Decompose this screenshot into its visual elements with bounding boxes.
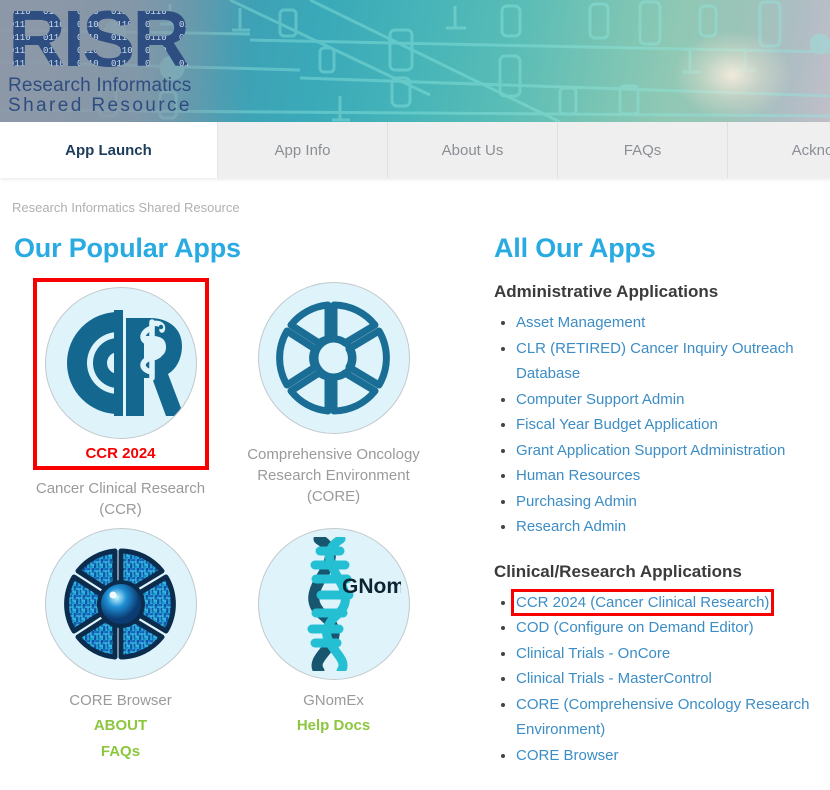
svg-text:RISR: RISR — [8, 4, 189, 76]
tab-acknowledgements[interactable]: Ackno — [728, 122, 830, 178]
list-item: CLR (RETIRED) Cancer Inquiry Outreach Da… — [516, 336, 830, 387]
app-tile-core[interactable] — [252, 278, 416, 436]
link-clinical-trials-mastercontrol[interactable]: Clinical Trials - MasterControl — [516, 670, 712, 687]
app-tile-label-ccr: CCR 2024 — [85, 445, 156, 462]
app-tile-gnomex[interactable]: GNomEx — [252, 524, 416, 682]
main-content: Our Popular Apps CCR 2024 Cancer Clinica… — [0, 215, 830, 790]
app-links-core-browser: ABOUT FAQs — [94, 713, 147, 765]
link-fiscal-year-budget[interactable]: Fiscal Year Budget Application — [516, 416, 718, 433]
logo-subtitle-line-2: Shared Resource — [8, 95, 192, 116]
list-item: CCR 2024 (Cancer Clinical Research) — [510, 588, 830, 616]
link-research-admin[interactable]: Research Admin — [516, 518, 626, 535]
link-human-resources[interactable]: Human Resources — [516, 467, 640, 484]
app-cell-core: Comprehensive Oncology Research Environm… — [227, 278, 440, 520]
popular-apps-heading: Our Popular Apps — [14, 233, 241, 263]
risr-wordmark-icon: 0110 RISR — [8, 4, 192, 76]
all-apps-heading: All Our Apps — [494, 233, 656, 263]
app-caption-ccr: Cancer Clinical Research (CCR) — [35, 480, 206, 518]
gnomex-help-docs-link[interactable]: Help Docs — [297, 713, 370, 739]
group-administrative-applications: Administrative Applications Asset Manage… — [494, 282, 830, 540]
risr-logo: 0110 RISR Research Informatics Shared Re… — [8, 4, 248, 116]
link-core-environment[interactable]: CORE (Comprehensive Oncology Research En… — [516, 696, 809, 739]
list-item: Fiscal Year Budget Application — [516, 412, 830, 438]
link-purchasing-admin[interactable]: Purchasing Admin — [516, 493, 637, 510]
app-cell-ccr: CCR 2024 Cancer Clinical Research (CCR) — [14, 278, 227, 520]
list-item: Research Admin — [516, 514, 830, 540]
all-apps-column: All Our Apps Administrative Applications… — [480, 233, 830, 790]
core-wheel-icon — [257, 282, 410, 434]
popular-apps-column: Our Popular Apps CCR 2024 Cancer Clinica… — [0, 233, 480, 790]
group-clinical-research-applications: Clinical/Research Applications CCR 2024 … — [494, 562, 830, 769]
list-item: Purchasing Admin — [516, 489, 830, 515]
tab-about-us[interactable]: About Us — [388, 122, 558, 178]
link-ccr-2024[interactable]: CCR 2024 (Cancer Clinical Research) — [510, 588, 775, 616]
clinical-research-apps-list: CCR 2024 (Cancer Clinical Research) COD … — [494, 588, 830, 769]
popular-apps-grid: CCR 2024 Cancer Clinical Research (CCR) — [14, 278, 474, 769]
logo-subtitle-line-1: Research Informatics — [8, 75, 192, 96]
app-cell-core-browser: CORE Browser ABOUT FAQs — [14, 524, 227, 765]
gnomex-dna-icon: GNomEx — [257, 528, 410, 680]
link-core-browser[interactable]: CORE Browser — [516, 747, 619, 764]
app-caption-core-browser: CORE Browser — [69, 692, 172, 709]
group-title-administrative: Administrative Applications — [494, 282, 719, 301]
tab-app-info[interactable]: App Info — [218, 122, 388, 178]
list-item: CORE (Comprehensive Oncology Research En… — [516, 692, 830, 743]
administrative-apps-list: Asset Management CLR (RETIRED) Cancer In… — [494, 310, 830, 540]
list-item: CORE Browser — [516, 743, 830, 769]
app-caption-gnomex: GNomEx — [303, 692, 364, 709]
ccr-caduceus-icon — [44, 287, 197, 439]
main-nav-tabs: App Launch App Info About Us FAQs Ackno — [0, 122, 830, 178]
list-item: Asset Management — [516, 310, 830, 336]
list-item: Clinical Trials - MasterControl — [516, 666, 830, 692]
app-tile-core-browser[interactable] — [39, 524, 203, 682]
tab-app-launch[interactable]: App Launch — [0, 122, 218, 178]
list-item: Grant Application Support Administration — [516, 438, 830, 464]
core-browser-faqs-link[interactable]: FAQs — [94, 739, 147, 765]
core-browser-about-link[interactable]: ABOUT — [94, 713, 147, 739]
app-links-gnomex: Help Docs — [297, 713, 370, 739]
list-item: COD (Configure on Demand Editor) — [516, 615, 830, 641]
list-item: Human Resources — [516, 463, 830, 489]
link-clinical-trials-oncore[interactable]: Clinical Trials - OnCore — [516, 645, 670, 662]
svg-text:GNomEx: GNomEx — [342, 575, 401, 598]
site-banner: 0110 RISR Research Informatics Shared Re… — [0, 0, 830, 122]
core-browser-circuit-wheel-icon — [44, 528, 197, 680]
app-cell-gnomex: GNomEx GNomEx Help Docs — [227, 524, 440, 765]
link-grant-application-support[interactable]: Grant Application Support Administration — [516, 442, 785, 459]
link-computer-support-admin[interactable]: Computer Support Admin — [516, 391, 684, 408]
group-title-clinical-research: Clinical/Research Applications — [494, 561, 742, 581]
app-caption-core: Comprehensive Oncology Research Environm… — [247, 446, 420, 505]
app-tile-ccr[interactable]: CCR 2024 — [32, 278, 209, 470]
list-item: Clinical Trials - OnCore — [516, 641, 830, 667]
link-asset-management[interactable]: Asset Management — [516, 314, 645, 331]
link-cod-editor[interactable]: COD (Configure on Demand Editor) — [516, 619, 754, 636]
list-item: Computer Support Admin — [516, 387, 830, 413]
breadcrumb: Research Informatics Shared Resource — [12, 200, 240, 215]
link-clr-retired[interactable]: CLR (RETIRED) Cancer Inquiry Outreach Da… — [516, 340, 794, 383]
tab-faqs[interactable]: FAQs — [558, 122, 728, 178]
